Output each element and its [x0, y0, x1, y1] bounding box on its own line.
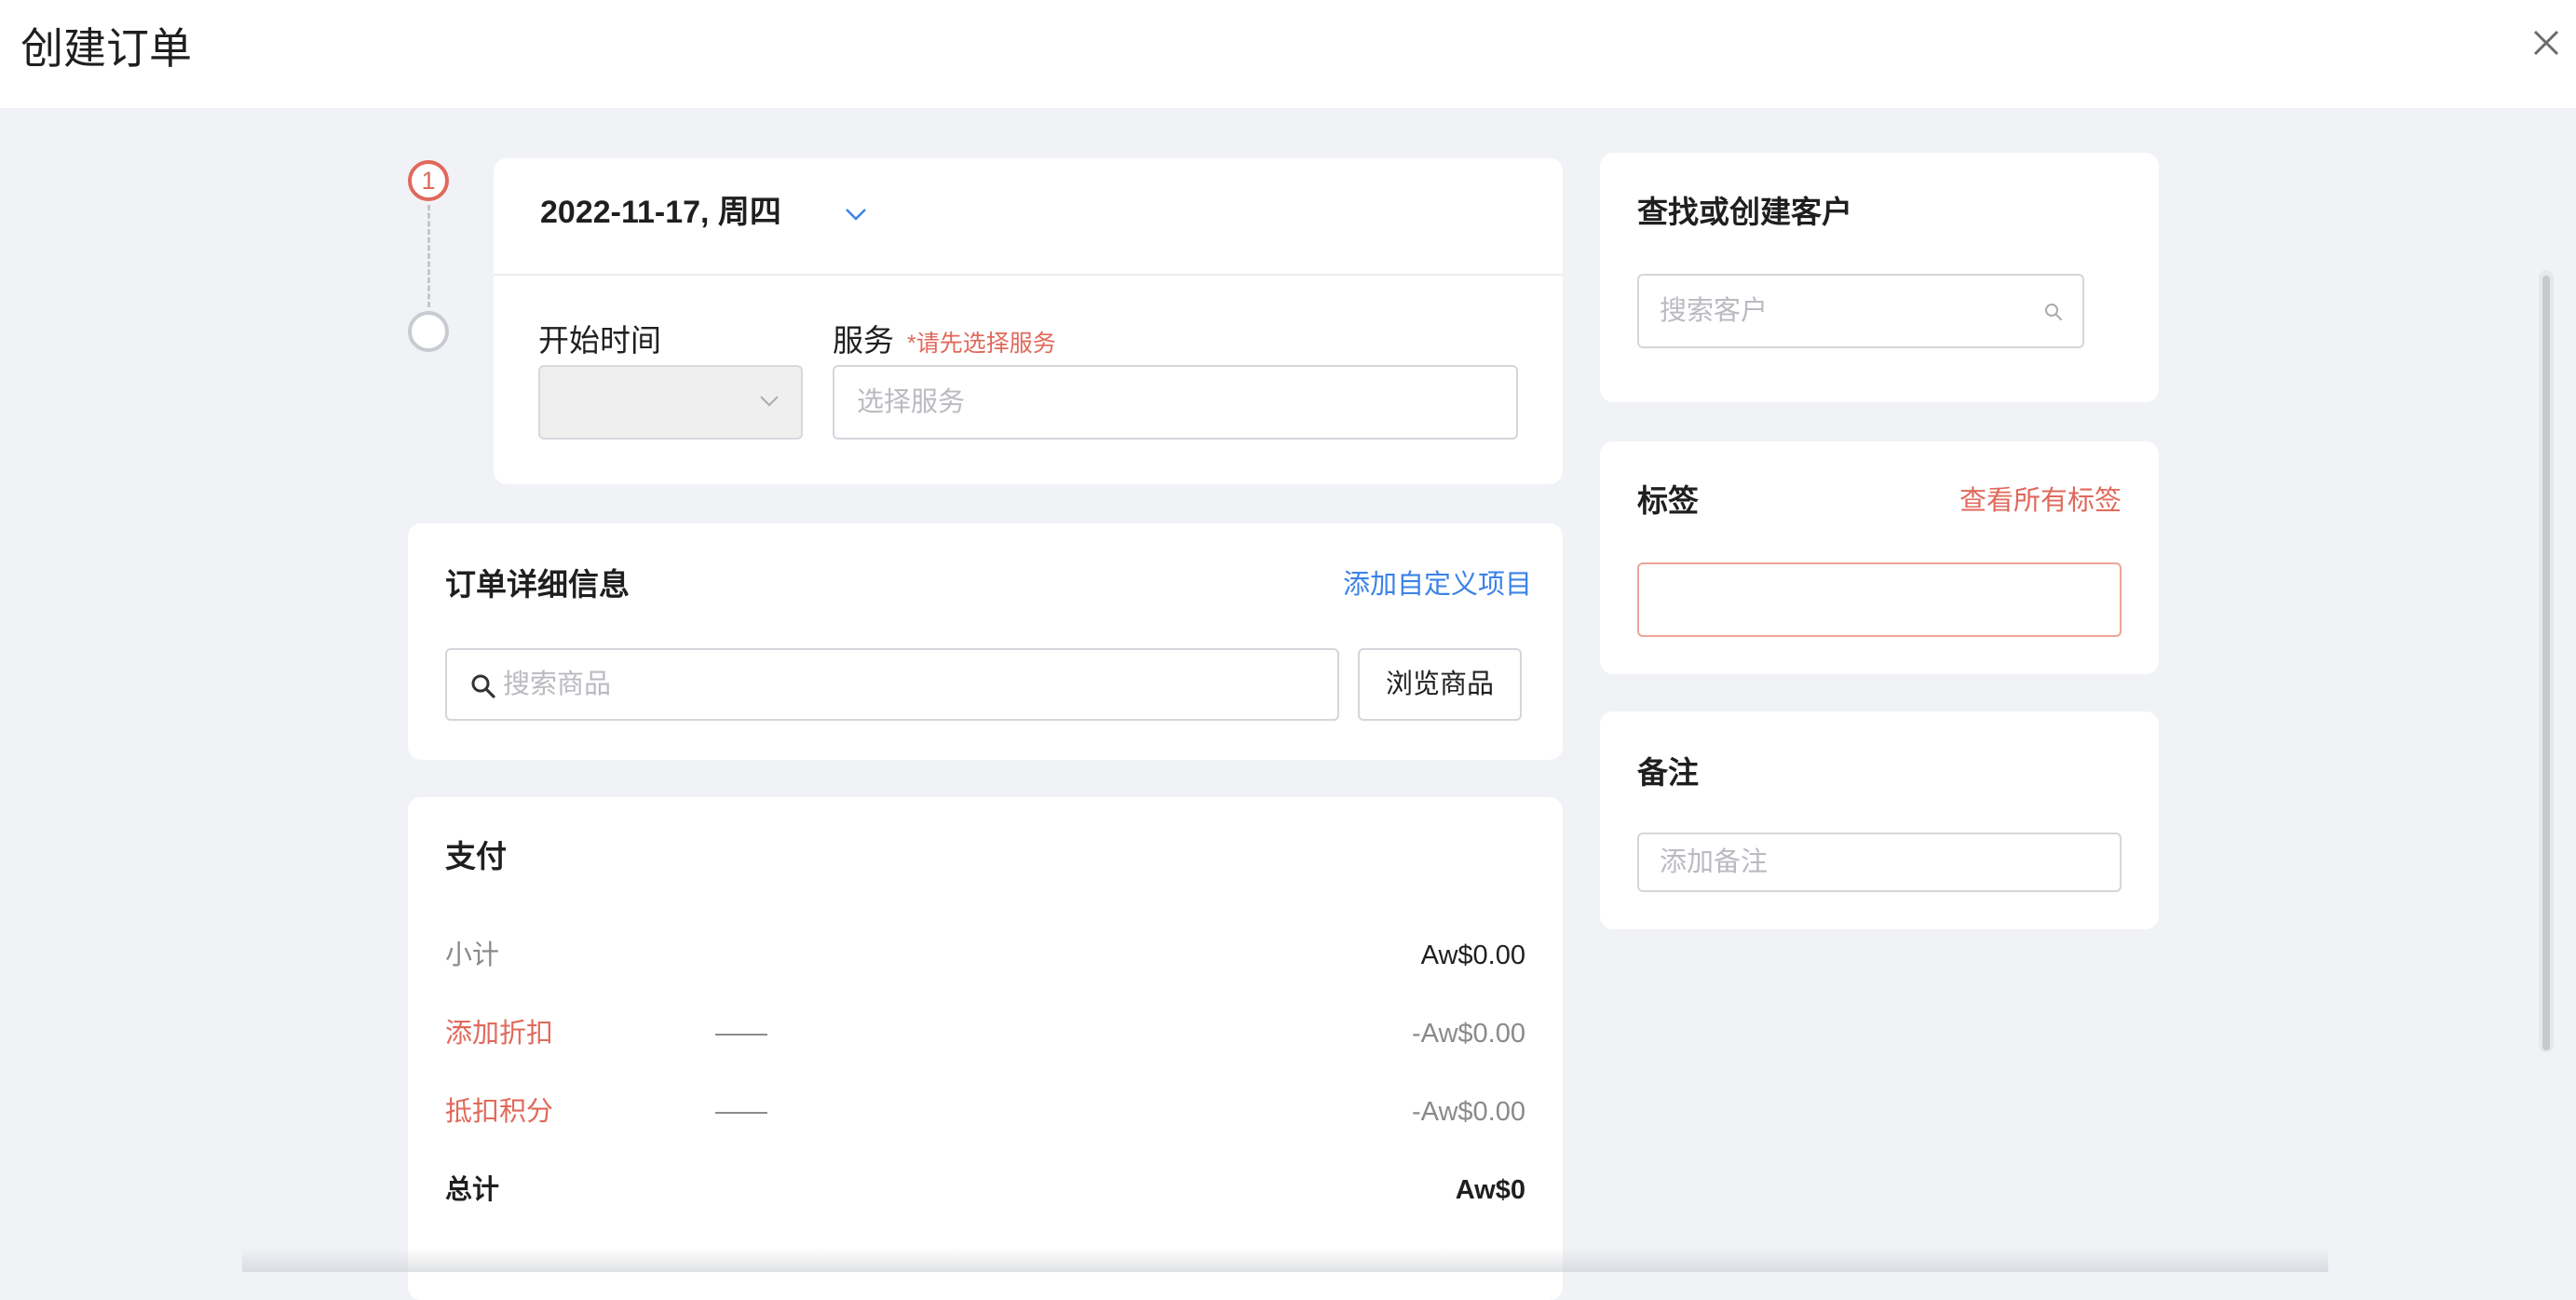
- service-required-hint: *请先选择服务: [907, 331, 1056, 357]
- notes-input[interactable]: 添加备注: [1637, 833, 2122, 892]
- close-button[interactable]: [2526, 22, 2567, 63]
- product-search-input[interactable]: 搜索商品: [445, 648, 1339, 721]
- search-icon: [2045, 304, 2062, 320]
- notes-placeholder: 添加备注: [1660, 847, 1769, 877]
- product-search-placeholder: 搜索商品: [503, 670, 612, 699]
- customer-search-input[interactable]: 搜索客户: [1637, 274, 2084, 348]
- subtotal-label: 小计: [445, 941, 500, 970]
- customer-search-placeholder: 搜索客户: [1660, 296, 1769, 326]
- page-title: 创建订单: [20, 24, 192, 73]
- step-connector-line: [427, 205, 430, 307]
- add-discount-link[interactable]: 添加折扣: [445, 1015, 553, 1052]
- redeem-points-link[interactable]: 抵扣积分: [445, 1093, 553, 1131]
- points-placeholder-dash: [715, 1112, 767, 1114]
- discount-placeholder-dash: [715, 1034, 767, 1036]
- search-icon: [471, 674, 495, 698]
- subtotal-value: Aw$0.00: [1420, 941, 1525, 970]
- service-placeholder: 选择服务: [857, 387, 966, 417]
- total-value: Aw$0: [1455, 1175, 1525, 1205]
- date-selector[interactable]: 2022-11-17, 周四: [540, 192, 781, 233]
- start-time-select[interactable]: [538, 365, 803, 440]
- step-indicator-inactive: [408, 311, 449, 352]
- order-details-title: 订单详细信息: [445, 567, 630, 602]
- add-custom-item-link[interactable]: 添加自定义项目: [1343, 566, 1532, 603]
- order-details-card: [408, 523, 1563, 760]
- tags-card: [1600, 441, 2159, 674]
- points-value: -Aw$0.00: [1412, 1097, 1525, 1127]
- scrollbar-thumb[interactable]: [2542, 276, 2550, 1050]
- chevron-down-icon: [760, 396, 779, 407]
- date-dropdown-toggle[interactable]: [842, 203, 870, 225]
- tags-title: 标签: [1637, 483, 1699, 518]
- browse-products-button[interactable]: 浏览商品: [1358, 648, 1522, 721]
- service-select[interactable]: 选择服务: [833, 365, 1518, 440]
- bottom-shadow: [242, 1248, 2328, 1272]
- header-bar: [0, 0, 2576, 108]
- view-all-tags-link[interactable]: 查看所有标签: [1959, 482, 2122, 520]
- tags-input[interactable]: [1637, 562, 2122, 637]
- step-number: 1: [421, 166, 436, 195]
- chevron-down-icon: [846, 209, 866, 221]
- step-indicator-active: 1: [408, 160, 449, 201]
- payment-card: [408, 797, 1563, 1300]
- payment-title: 支付: [445, 839, 507, 873]
- customer-title: 查找或创建客户: [1637, 195, 1852, 229]
- notes-card: [1600, 711, 2159, 929]
- total-label: 总计: [445, 1175, 500, 1205]
- start-time-label: 开始时间: [538, 323, 661, 358]
- service-label: 服务: [833, 323, 894, 358]
- notes-title: 备注: [1637, 755, 1699, 790]
- discount-value: -Aw$0.00: [1412, 1019, 1525, 1049]
- close-icon: [2533, 30, 2559, 56]
- divider: [494, 274, 1563, 276]
